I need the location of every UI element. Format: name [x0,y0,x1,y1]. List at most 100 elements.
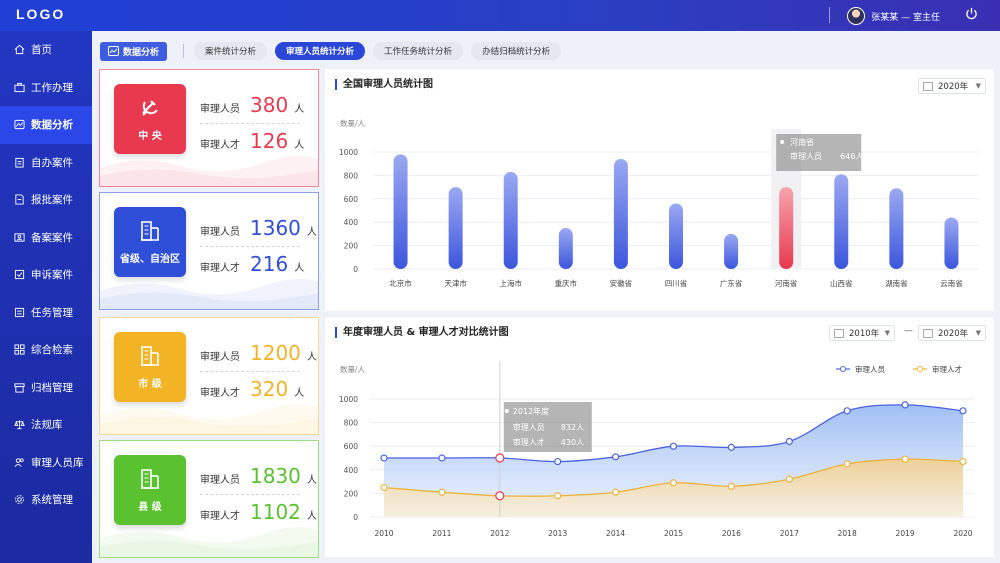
x-tick-label: 安徽省 [610,278,633,288]
tab[interactable]: 审理人员统计分析 [275,42,366,60]
row-divider [200,371,300,372]
y-tick-label: 400 [344,218,359,227]
sidebar-item-label: 任务管理 [31,306,73,319]
tab[interactable]: 案件统计分析 [194,42,268,60]
header-divider [829,7,830,23]
gear-icon [15,495,24,505]
analytics-icon [14,120,25,130]
level-name: 市 级 [138,378,162,390]
data-point [495,453,505,463]
sidebar-item-label: 综合检索 [31,344,73,357]
clipboard-icon [15,157,24,168]
unit-label: 人 [306,352,317,363]
sidebar-item[interactable]: 系统管理 [0,481,92,519]
briefcase-icon [14,82,25,92]
legend-marker [840,366,846,372]
document-icon [15,194,24,205]
data-point [727,443,735,451]
x-tick-label: 2015 [664,529,683,538]
tooltip-value: 430人 [561,438,584,447]
y-tick-label: 600 [344,195,359,204]
staff-row: 审理人员 380 人 [200,93,304,117]
data-point [669,442,678,450]
x-tick-label: 2016 [722,529,741,538]
tab[interactable]: 办结归档统计分析 [471,42,562,60]
sidebar-item[interactable]: 工作办理 [0,69,92,107]
staff-label: 审理人员 [200,227,240,238]
sidebar-item-label: 自办案件 [31,156,73,169]
sidebar-item[interactable]: 数据分析 [0,106,92,144]
sidebar-item[interactable]: 申诉案件 [0,256,92,294]
people-icon [14,458,24,467]
data-point [959,457,967,466]
sidebar-item[interactable]: 自办案件 [0,144,92,182]
tab-divider [183,44,185,58]
talent-row: 审理人才 126 人 [200,129,304,153]
scale-icon [14,420,25,430]
sidebar-item-label: 数据分析 [31,119,73,132]
tab-home[interactable]: 数据分析 [100,41,168,61]
unit-label: 人 [306,511,317,522]
bar [503,171,518,269]
sidebar-item[interactable]: 报批案件 [0,181,92,219]
level-name: 省级、自治区 [120,253,180,265]
tooltip-title: 河南省 [790,137,814,147]
power-icon[interactable] [965,7,978,20]
sidebar-item[interactable]: 首页 [0,31,92,69]
unit-label: 人 [294,263,305,274]
sidebar-item-label: 报批案件 [31,194,73,207]
sidebar-item[interactable]: 审理人员库 [0,444,92,482]
x-tick-label: 广东省 [720,278,743,288]
y-tick-label: 200 [344,489,359,498]
avatar[interactable] [847,7,866,25]
y-axis-label: 数量/人 [340,118,366,128]
legend-item: 审理人才 [913,364,962,374]
level-stat-card: 县 级 审理人员 1830 人 审理人才 1102 人 [99,440,319,558]
x-tick-label: 湖南省 [885,278,908,288]
sidebar-item[interactable]: 任务管理 [0,294,92,332]
bar-chart: 数量/人 0 200 400 600 800 1000 北京市 天津市 上海市 重庆市 安徽省 四川省 广… [339,118,979,288]
x-tick-label: 四川省 [665,278,688,288]
bar [724,233,739,269]
y-tick-label: 800 [344,419,359,428]
data-point [843,407,851,415]
sidebar-item[interactable]: 综合检索 [0,331,92,369]
sidebar-item-label: 系统管理 [31,494,73,507]
level-stat-card: 省级、自治区 审理人员 1360 人 审理人才 216 人 [99,192,319,310]
tooltip-value: 646人 [840,152,863,161]
user-profile[interactable]: 张某某 — 室主任 [847,7,940,25]
sidebar-item[interactable]: 归档管理 [0,369,92,407]
sidebar-item[interactable]: 备案案件 [0,219,92,257]
level-name: 中 央 [138,130,162,142]
bar [889,188,904,269]
archive-icon [14,383,25,393]
sidebar-item[interactable]: 法规库 [0,406,92,444]
row-divider [200,494,300,495]
x-tick-label: 2020 [953,529,972,538]
x-tick-label: 河南省 [775,278,798,288]
x-tick-label: 2010 [374,529,393,538]
party-emblem-icon [142,99,158,116]
x-tick-label: 天津市 [444,278,467,288]
tooltip-label: 审理人才 [513,437,545,447]
national-staff-panel: 全国审理人员统计图 2020年 ▼ 数量/人 0 200 400 600 800 1000 北… [325,69,994,311]
data-point [380,483,388,492]
staff-label: 审理人员 [200,104,240,115]
home-icon [14,45,25,55]
level-badge: 市 级 [114,332,186,402]
x-tick-label: 上海市 [499,278,522,288]
data-point [785,475,793,483]
unit-label: 人 [294,140,305,151]
y-tick-label: 0 [353,265,358,274]
top-bar: LOGO 张某某 — 室主任 [0,0,1000,31]
tab-home-label: 数据分析 [123,47,160,58]
staff-count: 1200 [250,341,301,365]
logo: LOGO [16,6,66,22]
tab[interactable]: 工作任务统计分析 [373,42,464,60]
chart-tooltip: 河南省审理人员 646人 [776,134,863,171]
unit-label: 人 [294,104,305,115]
staff-count: 1830 [250,464,301,488]
legend-item: 审理人员 [836,364,885,374]
building-icon [141,468,159,489]
data-point [554,492,562,500]
